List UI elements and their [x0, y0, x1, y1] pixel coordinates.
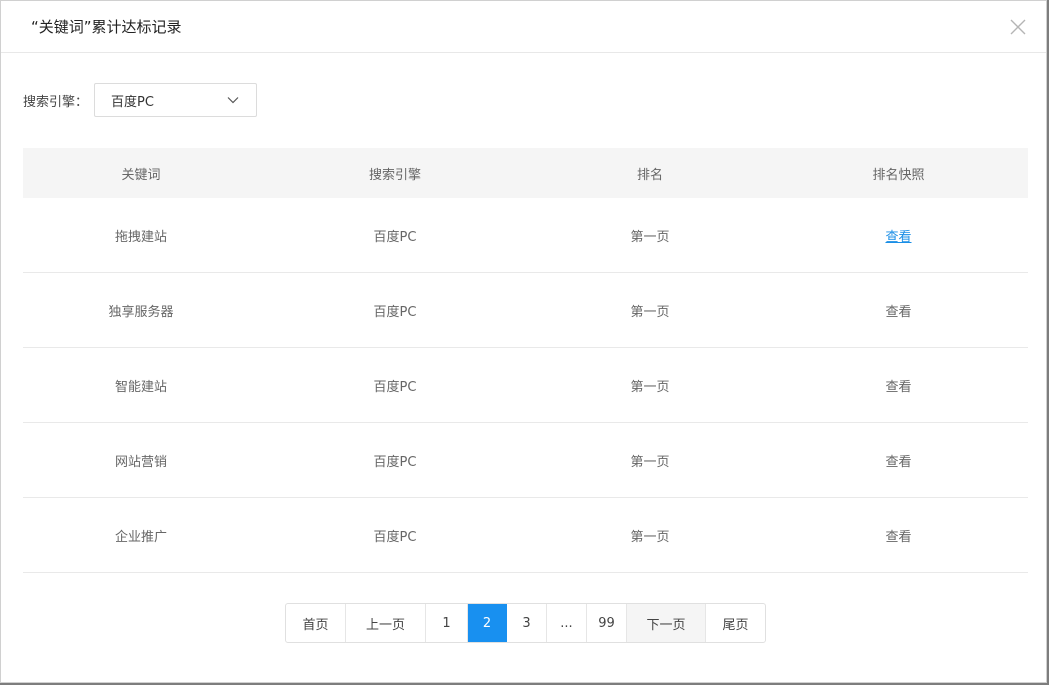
cell-rank: 第一页 [630, 529, 670, 545]
cell-rank: 第一页 [630, 379, 670, 395]
chevron-down-icon [226, 93, 240, 107]
prev-page-button[interactable]: 上一页 [346, 604, 426, 642]
page-3-button[interactable]: 3 [507, 604, 547, 642]
table-row: 独享服务器 百度PC 第一页 查看 [23, 273, 1028, 348]
first-page-button[interactable]: 首页 [286, 604, 346, 642]
snapshot-view-link[interactable]: 查看 [885, 455, 911, 470]
cell-engine: 百度PC [373, 229, 417, 245]
page-2-button[interactable]: 2 [468, 604, 507, 642]
close-icon [1010, 19, 1026, 35]
close-button[interactable] [1008, 17, 1028, 37]
snapshot-view-link[interactable]: 查看 [885, 230, 911, 245]
cell-keyword: 网站营销 [114, 454, 167, 470]
pagination-ellipsis: ... [547, 604, 587, 642]
cell-engine: 百度PC [373, 529, 417, 545]
cell-keyword: 企业推广 [114, 529, 167, 545]
page-1-button[interactable]: 1 [426, 604, 468, 642]
modal-title: “关键词”累计达标记录 [31, 18, 182, 36]
cell-keyword: 独享服务器 [108, 304, 174, 320]
engine-filter: 搜索引擎： 百度PC [23, 83, 257, 117]
snapshot-view-link[interactable]: 查看 [885, 305, 911, 320]
table-row: 网站营销 百度PC 第一页 查看 [23, 423, 1028, 498]
engine-filter-label: 搜索引擎： [23, 94, 89, 110]
cell-rank: 第一页 [630, 304, 670, 320]
modal-header: “关键词”累计达标记录 [1, 1, 1046, 53]
page-99-button[interactable]: 99 [587, 604, 627, 642]
engine-select-value: 百度PC [111, 94, 154, 110]
snapshot-view-link[interactable]: 查看 [885, 380, 911, 395]
cell-engine: 百度PC [373, 304, 417, 320]
cell-keyword: 拖拽建站 [114, 229, 167, 245]
next-page-button[interactable]: 下一页 [627, 604, 706, 642]
column-header-engine: 搜索引擎 [368, 167, 421, 183]
cell-rank: 第一页 [630, 454, 670, 470]
cell-engine: 百度PC [373, 379, 417, 395]
engine-select[interactable]: 百度PC [94, 83, 257, 117]
column-header-rank: 排名 [636, 167, 663, 183]
last-page-button[interactable]: 尾页 [706, 604, 765, 642]
snapshot-view-link[interactable]: 查看 [885, 530, 911, 545]
table-header: 关键词 搜索引擎 排名 排名快照 [23, 148, 1028, 198]
pagination: 首页 上一页 1 2 3 ... 99 下一页 尾页 [285, 603, 766, 643]
records-modal: “关键词”累计达标记录 搜索引擎： 百度PC 关键词 搜索引擎 排名 排名快照 … [0, 0, 1047, 683]
table-row: 智能建站 百度PC 第一页 查看 [23, 348, 1028, 423]
cell-keyword: 智能建站 [114, 379, 167, 395]
table-row: 拖拽建站 百度PC 第一页 查看 [23, 198, 1028, 273]
cell-rank: 第一页 [630, 229, 670, 245]
records-table: 关键词 搜索引擎 排名 排名快照 拖拽建站 百度PC 第一页 查看 独享服务器 … [23, 148, 1028, 573]
column-header-snapshot: 排名快照 [872, 167, 925, 183]
cell-engine: 百度PC [373, 454, 417, 470]
column-header-keyword: 关键词 [121, 167, 161, 183]
table-row: 企业推广 百度PC 第一页 查看 [23, 498, 1028, 573]
